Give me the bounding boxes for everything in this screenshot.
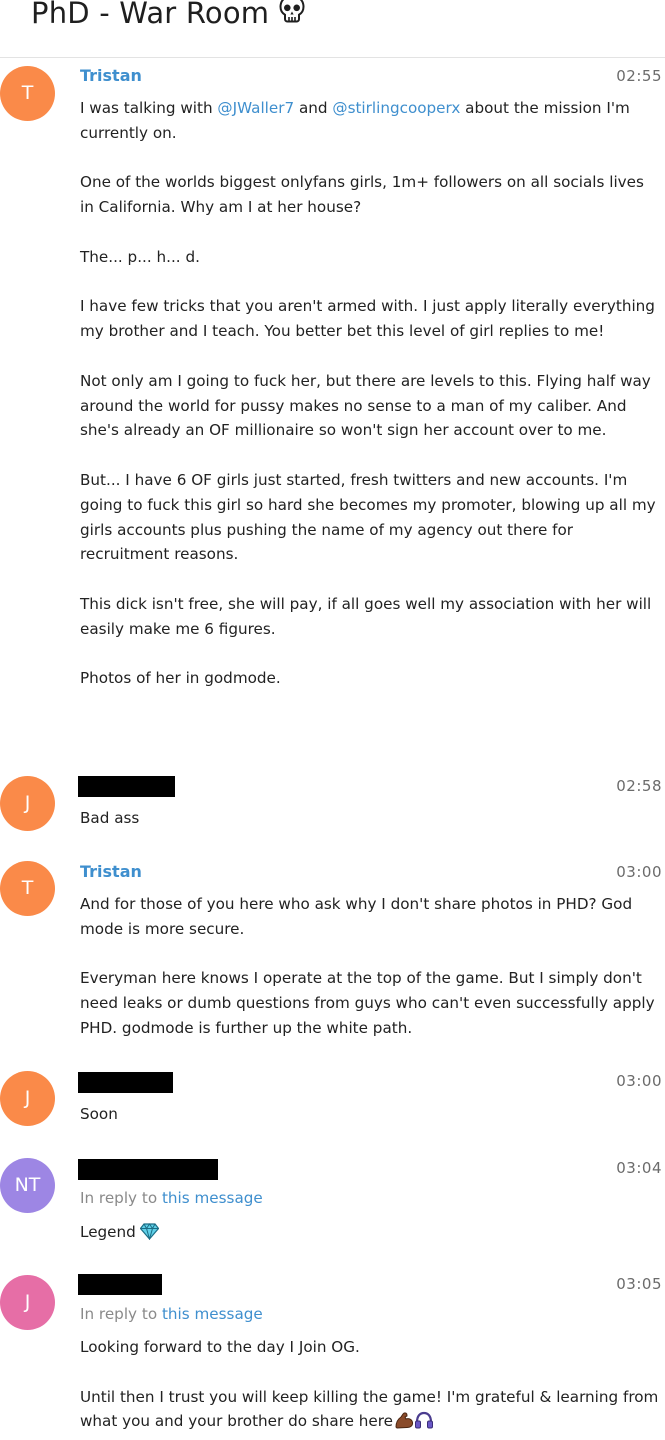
- avatar[interactable]: J: [0, 1071, 55, 1126]
- chat-title[interactable]: PhD - War Room: [31, 0, 307, 34]
- headphones-icon: [414, 1411, 434, 1437]
- message-text: I was talking with @JWaller7 and @stirli…: [80, 99, 656, 688]
- avatar[interactable]: J: [0, 1275, 55, 1330]
- message-text: Looking forward to the day I Join OG. Un…: [80, 1335, 660, 1437]
- mention-link[interactable]: @JWaller7: [217, 99, 294, 117]
- sender-name[interactable]: Tristan: [80, 862, 142, 881]
- reply-reference: In reply to this message: [80, 1305, 263, 1323]
- message-time: 03:04: [616, 1159, 662, 1177]
- redacted-sender-name: [78, 1072, 173, 1093]
- gem-icon: [139, 1223, 160, 1248]
- skull-icon: [277, 0, 307, 31]
- avatar[interactable]: NT: [0, 1158, 55, 1213]
- reply-link[interactable]: this message: [162, 1305, 263, 1323]
- message-time: 03:00: [616, 1072, 662, 1090]
- redacted-sender-name: [78, 776, 175, 797]
- redacted-sender-name: [78, 1274, 162, 1295]
- message-text: Legend: [80, 1220, 660, 1248]
- message-text: Soon: [80, 1105, 118, 1123]
- message-time: 02:55: [616, 67, 662, 85]
- sender-name[interactable]: Tristan: [80, 66, 142, 85]
- message-text: Bad ass: [80, 809, 140, 827]
- mention-link[interactable]: @stirlingcooperx: [332, 99, 460, 117]
- avatar[interactable]: T: [0, 66, 55, 121]
- message-text: And for those of you here who ask why I …: [80, 895, 655, 1037]
- avatar[interactable]: J: [0, 776, 55, 831]
- message-time: 03:00: [616, 863, 662, 881]
- avatar[interactable]: T: [0, 861, 55, 916]
- flexed-biceps-icon: [394, 1411, 414, 1437]
- message-time: 03:05: [616, 1275, 662, 1293]
- chat-title-text: PhD - War Room: [31, 0, 270, 30]
- message-time: 02:58: [616, 777, 662, 795]
- redacted-sender-name: [78, 1159, 218, 1180]
- reply-reference: In reply to this message: [80, 1189, 263, 1207]
- chat-header: PhD - War Room: [0, 0, 665, 58]
- reply-link[interactable]: this message: [162, 1189, 263, 1207]
